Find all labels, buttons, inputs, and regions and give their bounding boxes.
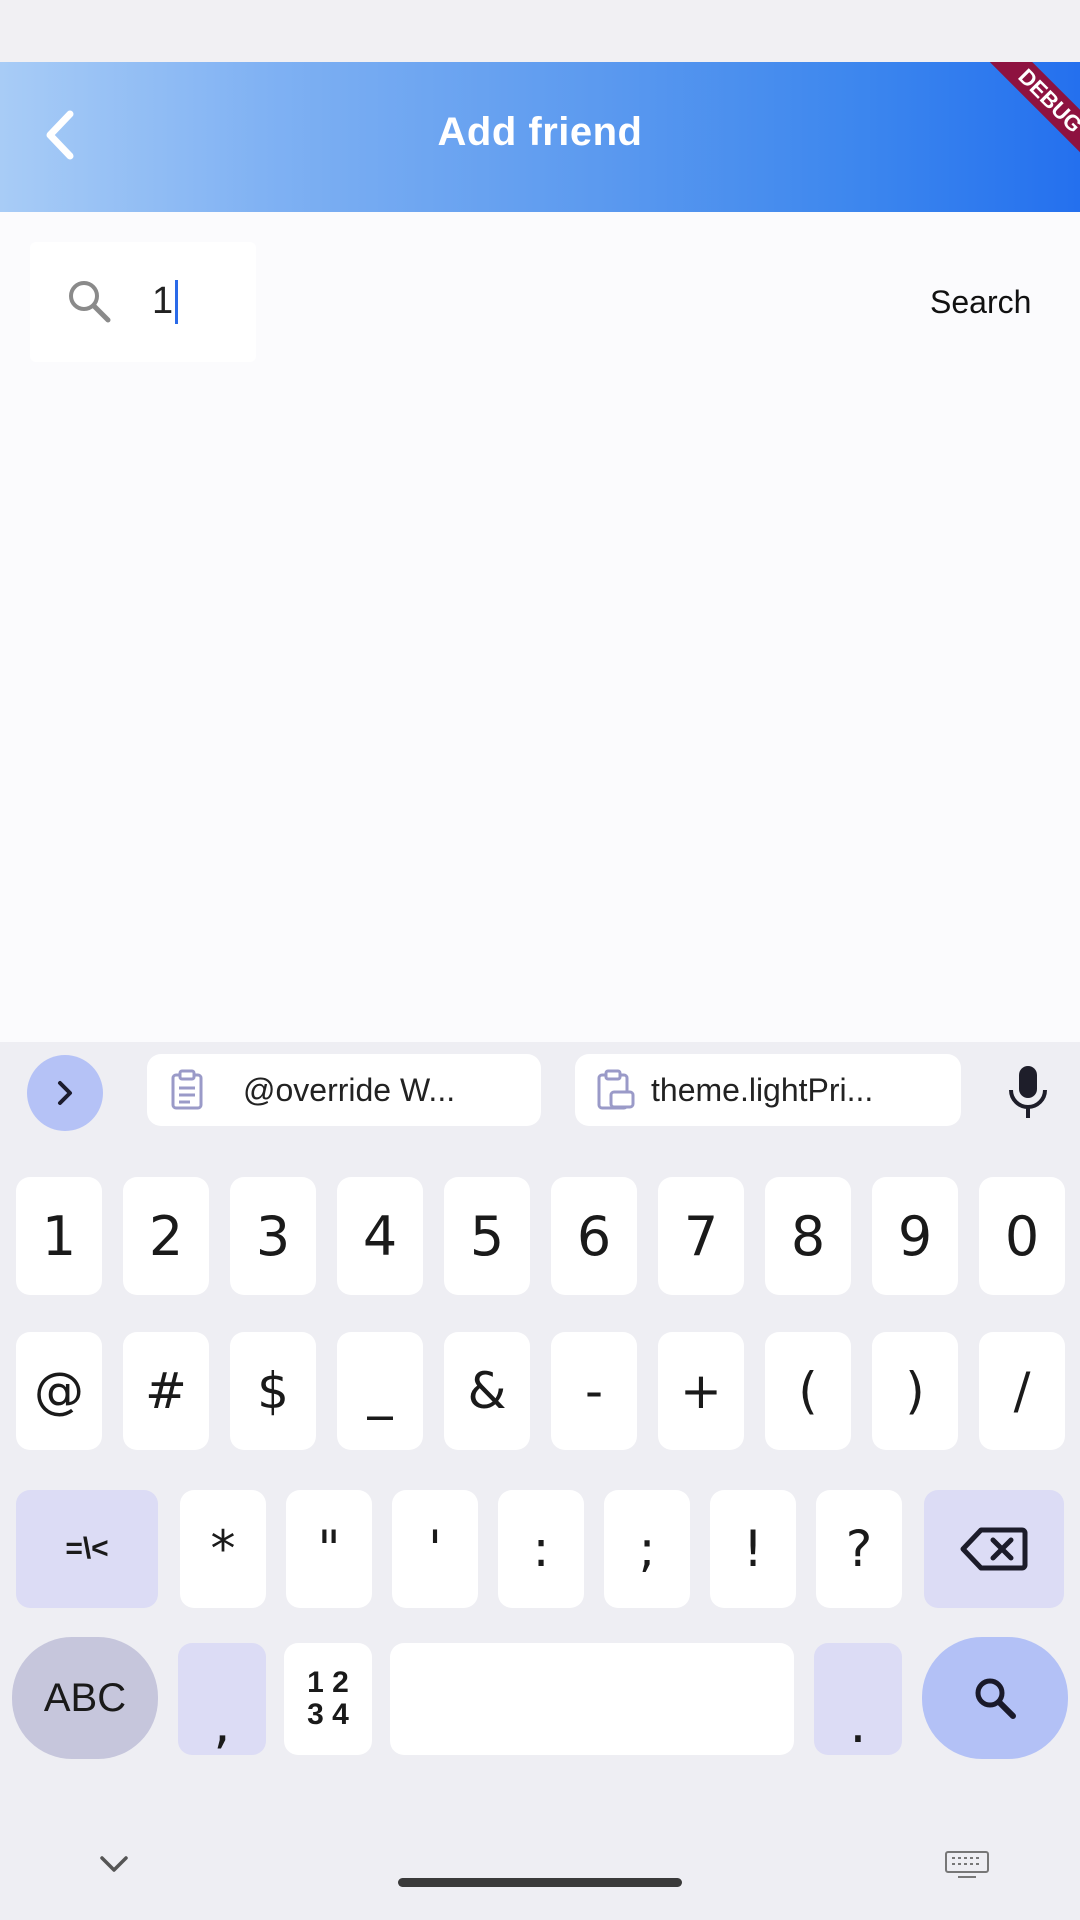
key-colon[interactable]: : [498,1490,584,1608]
key-more-symbols[interactable]: =\< [16,1490,158,1608]
key-backspace[interactable] [924,1490,1064,1608]
backspace-icon [960,1527,1028,1571]
search-field[interactable]: 1 [30,242,256,362]
key-exclamation[interactable]: ! [710,1490,796,1608]
key-5[interactable]: 5 [444,1177,530,1295]
home-indicator[interactable] [398,1878,682,1887]
key-search[interactable] [922,1637,1068,1759]
voice-input-button[interactable] [1002,1062,1054,1122]
clipboard-suggestion-text: theme.lightPri... [651,1071,874,1108]
key-9[interactable]: 9 [872,1177,958,1295]
key-dollar[interactable]: $ [230,1332,316,1450]
key-6[interactable]: 6 [551,1177,637,1295]
search-button[interactable]: Search [930,280,1038,324]
key-8[interactable]: 8 [765,1177,851,1295]
page-title: Add friend [437,110,643,154]
key-at[interactable]: @ [16,1332,102,1450]
search-input[interactable]: 1 [152,278,173,324]
key-close-paren[interactable]: ) [872,1332,958,1450]
text-cursor [175,280,178,324]
soft-keyboard: @override W... theme.lightPri... 1 2 3 4… [0,1042,1080,1920]
key-open-paren[interactable]: ( [765,1332,851,1450]
clipboard-image-icon [597,1069,635,1110]
key-double-quote[interactable]: " [286,1490,372,1608]
search-icon [69,281,111,323]
clipboard-icon [171,1069,203,1110]
key-plus[interactable]: + [658,1332,744,1450]
key-ampersand[interactable]: & [444,1332,530,1450]
keyboard-switch-icon[interactable] [944,1850,990,1880]
key-numpad[interactable]: 1 2 3 4 [284,1643,372,1755]
key-underscore[interactable]: _ [337,1332,423,1450]
key-0[interactable]: 0 [979,1177,1065,1295]
clipboard-suggestion[interactable]: theme.lightPri... [575,1054,961,1126]
key-abc[interactable]: ABC [12,1637,158,1759]
search-icon [975,1678,1016,1719]
key-hash[interactable]: # [123,1332,209,1450]
microphone-icon [1009,1066,1047,1118]
chevron-right-icon [58,1081,72,1105]
keyboard-expand-button[interactable] [27,1055,103,1131]
key-single-quote[interactable]: ' [392,1490,478,1608]
key-3[interactable]: 3 [230,1177,316,1295]
status-bar [0,0,1080,62]
key-7[interactable]: 7 [658,1177,744,1295]
hide-keyboard-icon[interactable] [96,1852,132,1878]
main-content: 1 Search [0,212,1080,1042]
key-2[interactable]: 2 [123,1177,209,1295]
key-slash[interactable]: / [979,1332,1065,1450]
key-space[interactable] [390,1643,794,1755]
key-question[interactable]: ? [816,1490,902,1608]
key-period[interactable]: . [814,1643,902,1755]
key-1[interactable]: 1 [16,1177,102,1295]
key-semicolon[interactable]: ; [604,1490,690,1608]
key-4[interactable]: 4 [337,1177,423,1295]
clipboard-suggestion[interactable]: @override W... [147,1054,541,1126]
app-bar: Add friend DEBUG [0,62,1080,212]
key-minus[interactable]: - [551,1332,637,1450]
key-comma[interactable]: , [178,1643,266,1755]
clipboard-suggestion-text: @override W... [243,1071,456,1108]
key-asterisk[interactable]: * [180,1490,266,1608]
